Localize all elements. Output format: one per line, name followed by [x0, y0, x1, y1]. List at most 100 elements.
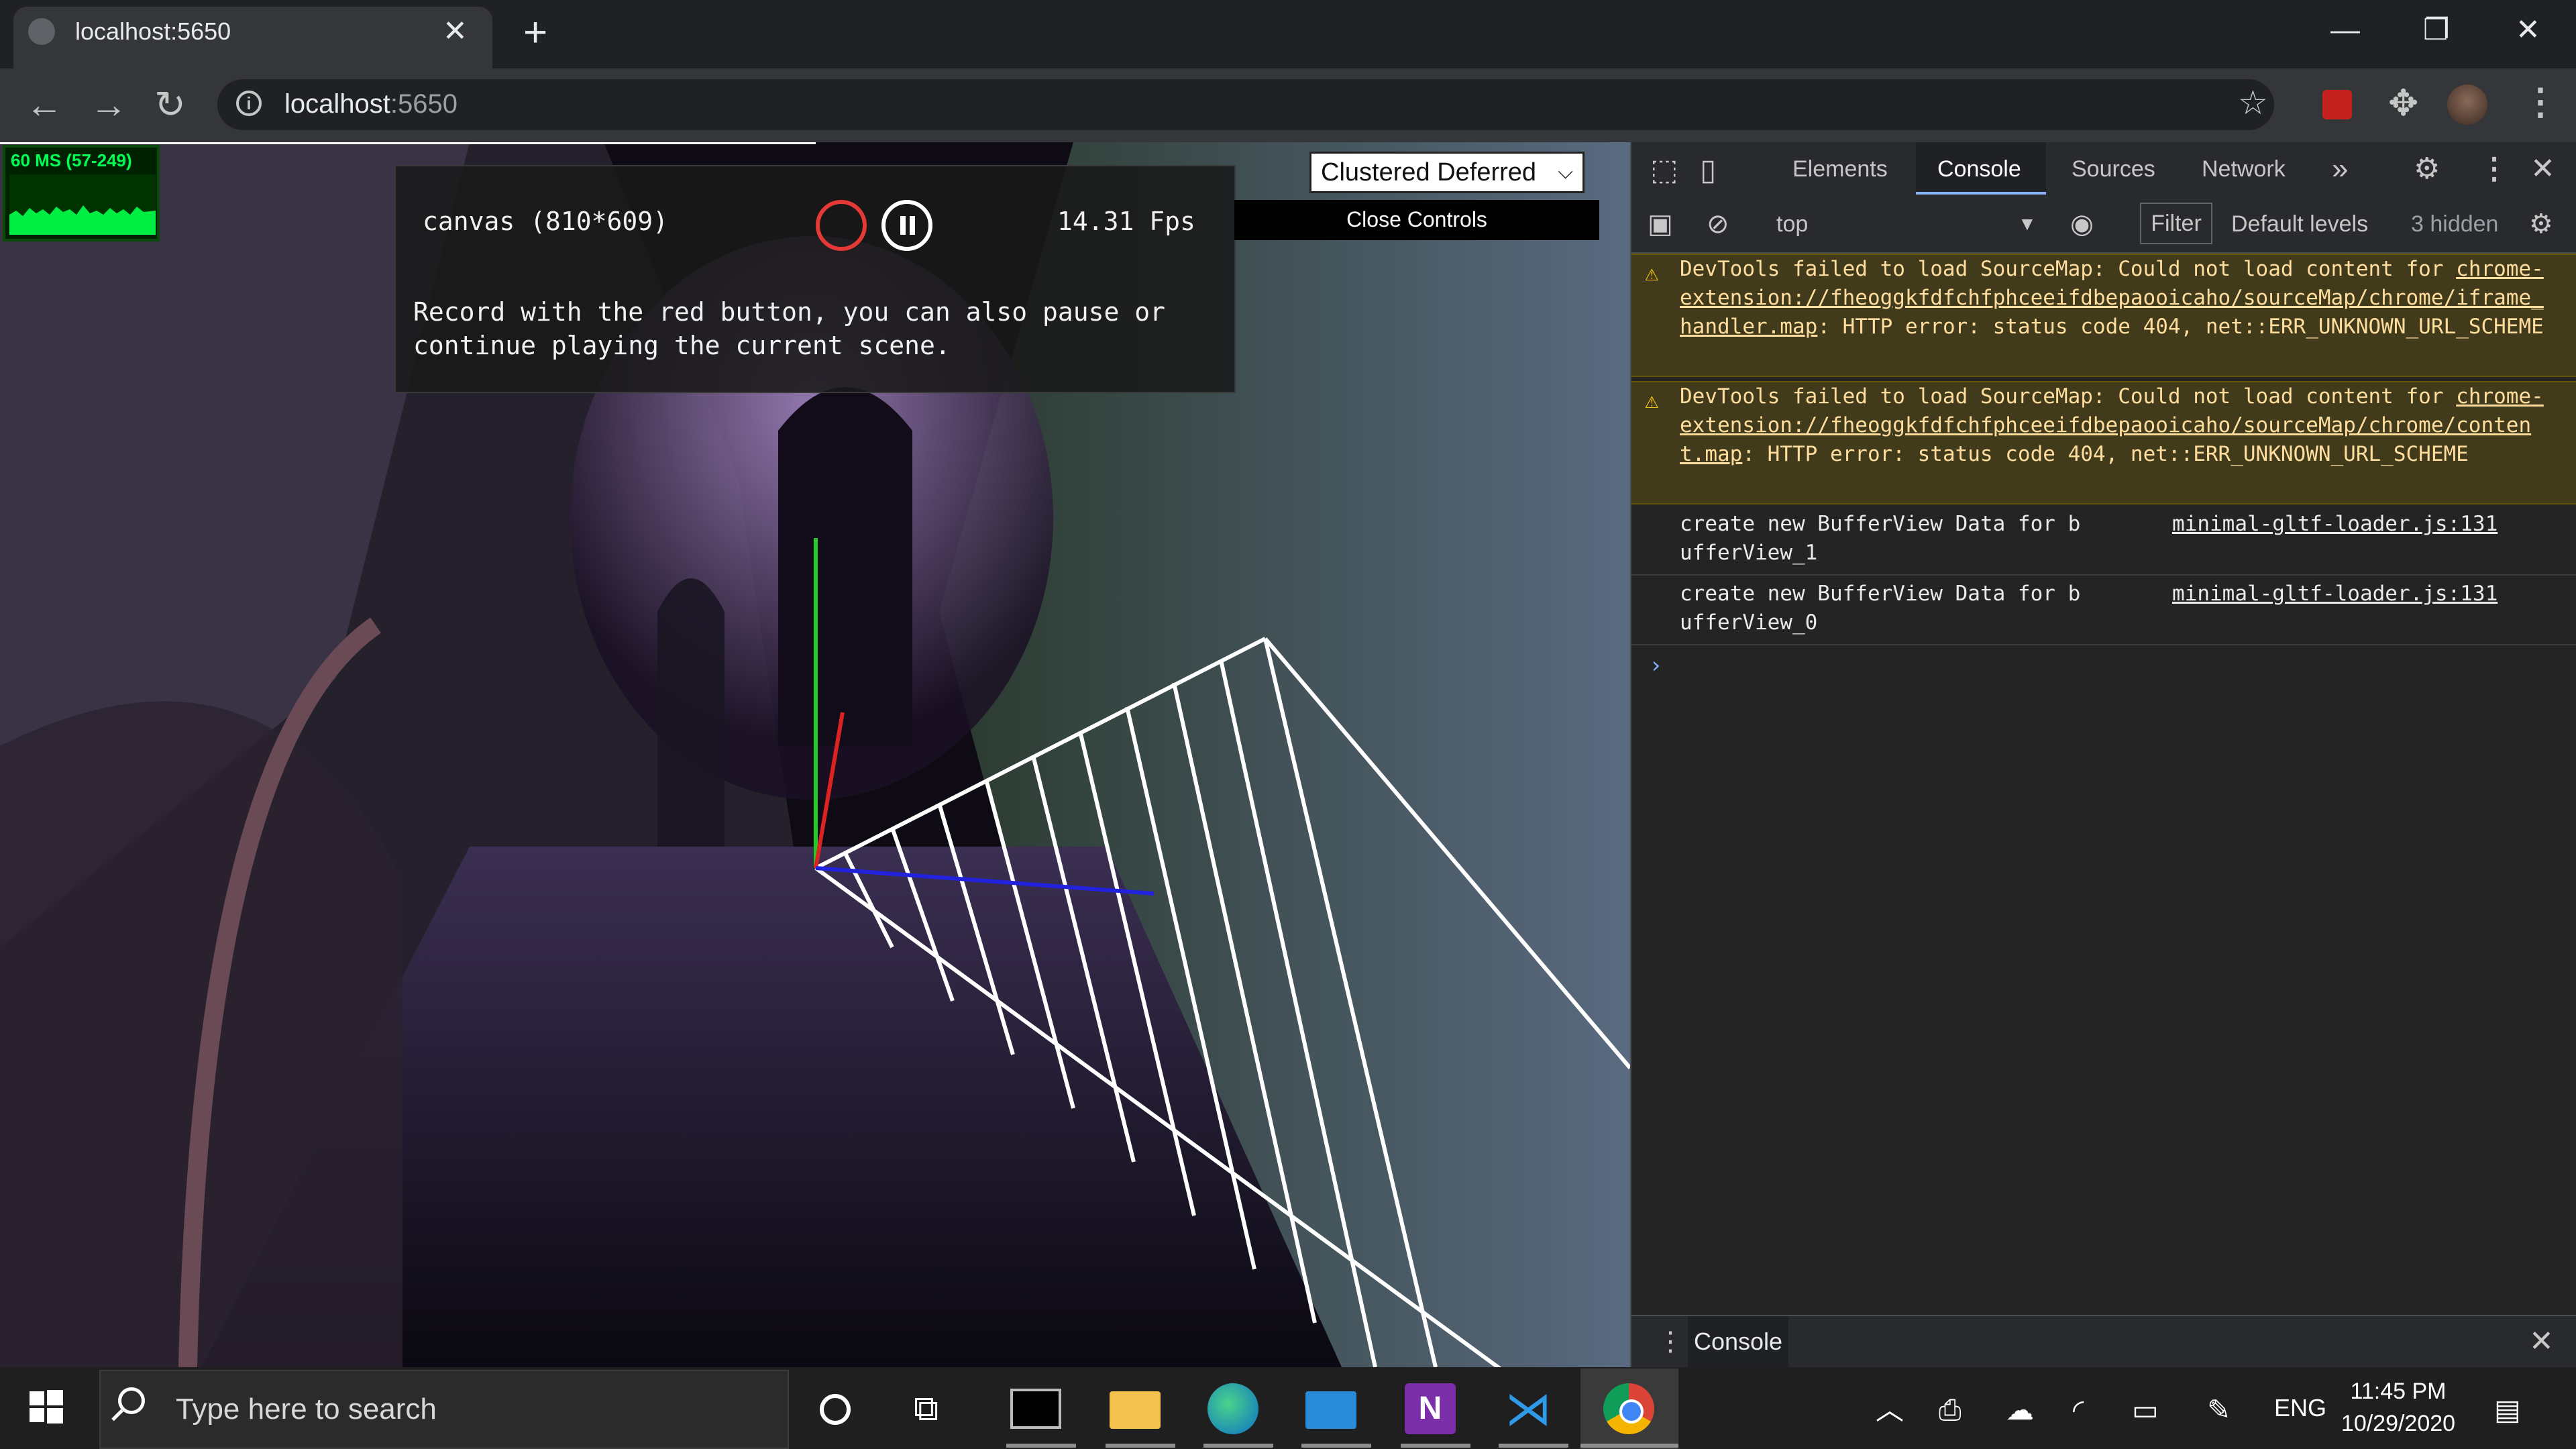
record-button[interactable] [816, 200, 867, 251]
drawer-tab-console[interactable]: Console [1688, 1316, 1788, 1367]
address-bar[interactable] [217, 79, 2274, 130]
drawer-close-icon[interactable]: ✕ [2529, 1322, 2554, 1362]
battery-icon[interactable]: ▭ [2132, 1395, 2159, 1425]
notifications-icon[interactable]: ▤ [2494, 1395, 2521, 1425]
tab-elements[interactable]: Elements [1792, 152, 1888, 186]
back-icon[interactable]: ← [25, 85, 63, 125]
warning-suffix: : HTTP error: status code 404, net::ERR_… [1817, 315, 2544, 339]
close-controls-button[interactable]: Close Controls [1234, 200, 1599, 240]
chrome-icon-center [1619, 1399, 1644, 1424]
url-text[interactable]: localhost:5650 [284, 87, 458, 121]
browser-menu-icon[interactable]: ⋮ [2522, 82, 2559, 122]
url-host: localhost [284, 89, 390, 119]
mail-icon[interactable] [1305, 1391, 1356, 1429]
tab-console[interactable]: Console [1937, 152, 2021, 186]
network-icon[interactable]: ◜ [2073, 1395, 2084, 1425]
running-indicator [1006, 1444, 1076, 1448]
console-settings-gear-icon[interactable]: ⚙ [2529, 208, 2553, 240]
terminal-icon[interactable] [1010, 1389, 1061, 1429]
tab-close-icon[interactable]: ✕ [443, 15, 468, 48]
canvas-size-label: canvas (810*609) [423, 207, 669, 236]
task-view-icon[interactable]: ⧉ [914, 1389, 938, 1430]
onenote-icon[interactable]: N [1405, 1383, 1456, 1434]
running-indicator [1580, 1444, 1678, 1448]
bookmark-star-icon[interactable]: ☆ [2238, 86, 2268, 119]
fps-readout: 14.31 Fps [1057, 207, 1195, 236]
warning-icon: ⚠ [1645, 260, 1659, 286]
console-warning: ⚠ DevTools failed to load SourceMap: Cou… [1631, 381, 2576, 504]
frame-time-graph [9, 174, 156, 235]
devtools-menu-icon[interactable]: ⋮ [2479, 152, 2509, 186]
windows-start-icon[interactable] [30, 1390, 63, 1424]
minimize-icon[interactable]: — [2330, 13, 2360, 47]
file-explorer-icon[interactable] [1110, 1391, 1161, 1429]
sidebar-toggle-icon[interactable]: ▣ [1648, 208, 1673, 240]
hidden-count: 3 hidden [2411, 211, 2499, 237]
language-indicator[interactable]: ENG [2274, 1394, 2326, 1422]
stats-panel[interactable]: 60 MS (57-249) [3, 145, 160, 241]
tab-network[interactable]: Network [2202, 152, 2286, 186]
extension-icon[interactable] [2322, 90, 2352, 119]
tab-sources[interactable]: Sources [2072, 152, 2155, 186]
tab-title: localhost:5650 [75, 17, 231, 45]
globe-icon [28, 18, 55, 45]
console-prompt[interactable]: › [1649, 652, 1662, 679]
pause-button[interactable] [881, 200, 932, 251]
renderer-select[interactable]: Clustered Deferred ⌵ [1309, 152, 1585, 193]
live-expression-eye-icon[interactable]: ◉ [2070, 208, 2094, 240]
tray-app-icon[interactable]: ⎙ [1939, 1395, 1962, 1425]
search-icon [118, 1387, 145, 1414]
context-select[interactable]: top [1776, 208, 1808, 240]
window-close-icon[interactable]: ✕ [2516, 13, 2540, 47]
warning-suffix: : HTTP error: status code 404, net::ERR_… [1742, 442, 2469, 466]
avatar[interactable] [2447, 85, 2487, 125]
chevron-down-icon: ⌵ [1558, 161, 1573, 183]
vscode-icon[interactable]: ⋊ [1503, 1383, 1554, 1434]
log-text: create new BufferView Data for bufferVie… [1680, 512, 2081, 565]
context-dropdown-icon[interactable]: ▼ [2018, 208, 2037, 240]
log-text: create new BufferView Data for bufferVie… [1680, 582, 2081, 635]
info-icon[interactable]: i [236, 91, 262, 116]
recorder-help-text: Record with the red button, you can also… [413, 297, 1166, 360]
device-toolbar-icon[interactable]: ▯ [1700, 153, 1716, 187]
reload-icon[interactable]: ↻ [154, 85, 186, 125]
log-source-link[interactable]: minimal-gltf-loader.js:131 [2172, 580, 2498, 608]
clock-time[interactable]: 11:45 PM [2348, 1377, 2449, 1406]
renderer-select-value: Clustered Deferred [1321, 158, 1537, 186]
recorder-panel: canvas (810*609) 14.31 Fps Record with t… [394, 165, 1236, 393]
stats-text: 60 MS (57-249) [11, 150, 132, 170]
running-indicator [1106, 1444, 1175, 1448]
log-source-link[interactable]: minimal-gltf-loader.js:131 [2172, 510, 2498, 539]
warning-prefix: DevTools failed to load SourceMap: Could… [1680, 257, 2457, 281]
url-port: :5650 [390, 89, 458, 119]
running-indicator [1203, 1444, 1273, 1448]
running-indicator [1499, 1444, 1568, 1448]
filter-input[interactable]: Filter [2140, 203, 2212, 244]
clear-console-icon[interactable]: ⊘ [1707, 208, 1729, 240]
console-log: create new BufferView Data for bufferVie… [1631, 510, 2576, 576]
running-indicator [1401, 1444, 1470, 1448]
warning-prefix: DevTools failed to load SourceMap: Could… [1680, 384, 2457, 409]
devtools-close-icon[interactable]: ✕ [2530, 152, 2555, 186]
restore-icon[interactable]: ❐ [2423, 13, 2449, 47]
forward-icon[interactable]: → [90, 85, 127, 125]
running-indicator [1301, 1444, 1371, 1448]
settings-gear-icon[interactable]: ⚙ [2414, 152, 2440, 186]
more-tabs-icon[interactable]: » [2332, 152, 2348, 186]
search-placeholder: Type here to search [176, 1393, 437, 1426]
new-tab-button[interactable]: + [523, 12, 547, 54]
drawer-menu-icon[interactable]: ⋮ [1657, 1322, 1684, 1362]
webgl-canvas[interactable]: 60 MS (57-249) canvas (810*609) 14.31 Fp… [0, 142, 1630, 1367]
cortana-icon[interactable] [820, 1394, 851, 1425]
console-log: create new BufferView Data for bufferVie… [1631, 580, 2576, 645]
inspect-icon[interactable]: ⬚ [1650, 153, 1678, 187]
clock-date[interactable]: 10/29/2020 [2337, 1409, 2459, 1438]
log-levels-select[interactable]: Default levels [2231, 208, 2368, 240]
onedrive-cloud-icon[interactable]: ☁ [2006, 1395, 2034, 1425]
pen-icon[interactable]: ✎ [2207, 1395, 2231, 1425]
edge-icon[interactable] [1208, 1383, 1258, 1434]
console-warning: ⚠ DevTools failed to load SourceMap: Cou… [1631, 254, 2576, 377]
warning-icon: ⚠ [1645, 387, 1659, 414]
puzzle-icon[interactable]: ✥ [2388, 83, 2418, 123]
show-hidden-icons-icon[interactable]: ︿ [1876, 1395, 1904, 1425]
